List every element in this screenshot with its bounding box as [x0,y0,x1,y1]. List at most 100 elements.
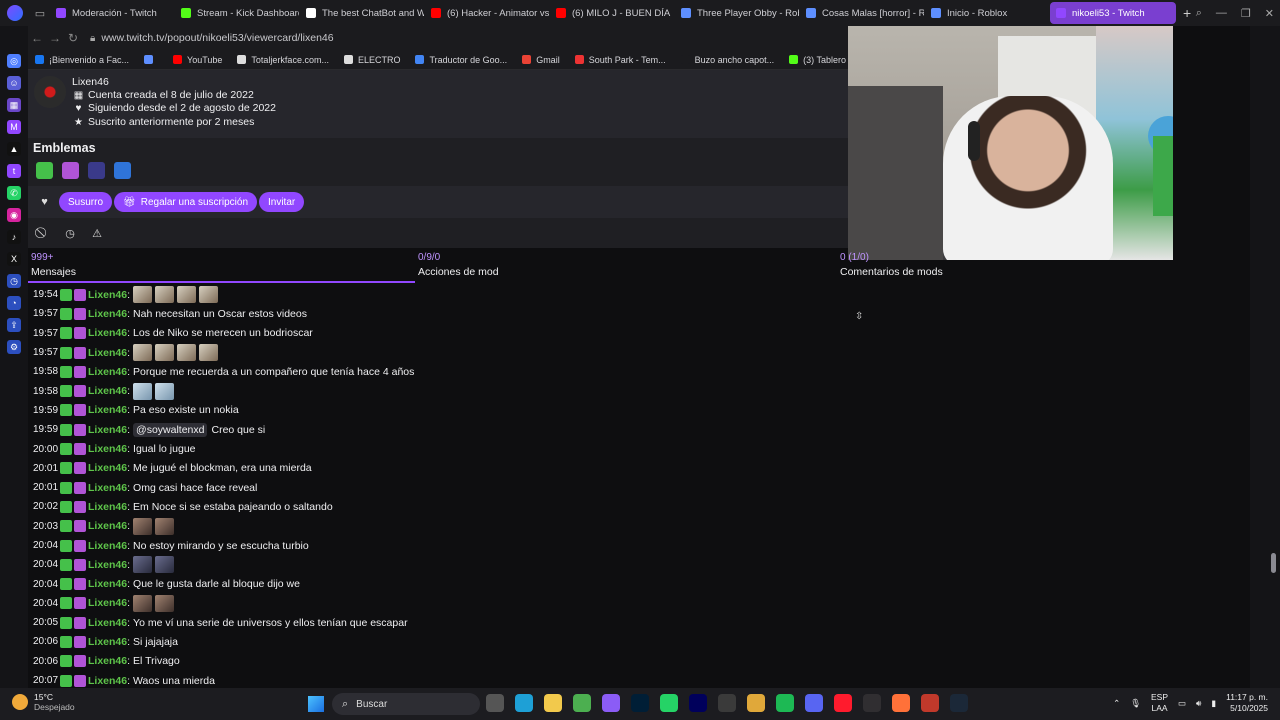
message-username[interactable]: Lixen46 [88,520,127,532]
message-username[interactable]: Lixen46 [88,501,127,513]
start-button[interactable] [308,696,324,712]
verified-badge-icon[interactable] [60,346,72,359]
emote-dark-icon[interactable] [133,556,153,574]
verified-badge-icon[interactable] [60,616,72,629]
check-badge-icon[interactable] [114,162,131,179]
message-username[interactable]: Lixen46 [88,462,127,474]
edge-icon[interactable] [515,694,533,712]
verified-badge-icon[interactable] [60,481,72,494]
message-username[interactable]: Lixen46 [88,675,127,687]
history-icon[interactable]: ◷ [7,274,21,288]
verified-badge-icon[interactable] [36,162,53,179]
twitch-badge-icon[interactable] [88,162,105,179]
subscriber-badge-icon[interactable] [74,443,86,456]
message-username[interactable]: Lixen46 [88,617,127,629]
chat-message[interactable]: 20:07 Lixen46: Waos una mierda [28,671,848,688]
bookmark-item[interactable]: South Park - Tem... [574,55,666,65]
message-username[interactable]: Lixen46 [88,578,127,590]
chat-message[interactable]: 19:57 Lixen46: [28,343,848,362]
tab-mod-actions[interactable]: 0/9/0 Acciones de mod [418,252,499,278]
message-username[interactable]: Lixen46 [88,443,127,455]
tab-mod-comments[interactable]: 0 (1/0) Comentarios de mods [840,252,943,278]
message-username[interactable]: Lixen46 [88,347,127,359]
chat-message[interactable]: 20:01 Lixen46: Omg casi hace face reveal [28,478,848,497]
spotify-icon[interactable] [776,694,794,712]
scrollbar-thumb[interactable] [1271,553,1276,573]
browser-tab[interactable]: (6) MILO J - BUEN DÍA [550,2,674,24]
photoshop-icon[interactable] [631,694,649,712]
volume-icon[interactable]: 🔊︎ [1196,698,1201,709]
message-username[interactable]: Lixen46 [88,482,127,494]
verified-badge-icon[interactable] [60,307,72,320]
restore-icon[interactable]: ❐ [1241,7,1251,20]
verified-badge-icon[interactable] [60,597,72,610]
verified-badge-icon[interactable] [60,443,72,456]
minimize-icon[interactable]: — [1216,7,1227,19]
network-icon[interactable]: ▭ [1178,698,1186,709]
browser-tab[interactable]: Moderación - Twitch [50,2,174,24]
verified-badge-icon[interactable] [60,674,72,687]
message-username[interactable]: Lixen46 [88,559,127,571]
subscriber-badge-icon[interactable] [74,674,86,687]
gift-sub-button[interactable]: 🎁︎ Regalar una suscripción [114,192,257,212]
chat-message[interactable]: 20:04 Lixen46: [28,594,848,613]
microphone-icon[interactable]: 🎙︎ [1130,698,1141,709]
tab-overview-icon[interactable]: ▭ [30,0,50,26]
subscriber-badge-icon[interactable] [74,578,86,591]
invite-button[interactable]: Invitar [259,192,305,212]
back-icon[interactable]: ← [28,31,46,45]
search-tabs-icon[interactable]: ⌕ [1196,7,1202,20]
subscriber-badge-icon[interactable] [74,462,86,475]
message-username[interactable]: Lixen46 [88,308,127,320]
ban-icon[interactable]: ⃠ [36,226,50,240]
chat-message[interactable]: 19:59 Lixen46: @soywaltenxd Creo que si [28,420,848,439]
avatar[interactable] [34,76,66,108]
subscriber-badge-icon[interactable] [74,423,86,436]
bookmark-item[interactable]: Buzo ancho capot... [680,55,774,65]
battery-icon[interactable]: ▮ [1211,698,1216,709]
follow-heart-icon[interactable]: ♥ [36,194,53,211]
chat-message[interactable]: 20:04 Lixen46: [28,555,848,574]
emote-cat-icon[interactable] [177,344,197,362]
message-username[interactable]: Lixen46 [88,289,127,301]
message-username[interactable]: Lixen46 [88,424,127,436]
chat-message[interactable]: 19:57 Lixen46: Los de Niko se merecen un b… [28,324,848,343]
timeout-icon[interactable]: ◷ [63,226,77,240]
emote-bird-icon[interactable] [155,382,175,400]
subscriber-badge-icon[interactable] [74,481,86,494]
subscriber-badge-icon[interactable] [74,539,86,552]
steam-icon[interactable] [950,694,968,712]
chat-message[interactable]: 19:57 Lixen46: Nah necesitan un Oscar esto… [28,304,848,323]
bookmark-item[interactable]: Gmail [522,55,560,65]
x-icon[interactable]: X [7,252,21,266]
clock-icon[interactable]: ◔ [7,296,21,310]
emote-cat-icon[interactable] [155,286,175,304]
emote-cat-icon[interactable] [155,344,175,362]
firefox-icon[interactable] [892,694,910,712]
discord-icon[interactable] [805,694,823,712]
tray-expand-icon[interactable]: ⌃ [1113,698,1120,709]
bookmark-item[interactable]: ¡Bienvenido a Fac... [35,55,129,65]
opera-icon[interactable] [834,694,852,712]
new-tab-button[interactable]: + [1177,5,1197,21]
game-app-icon[interactable] [921,694,939,712]
chat-message[interactable]: 20:01 Lixen46: Me jugué el blockman, era u… [28,459,848,478]
chat-message[interactable]: 20:05 Lixen46: Yo me ví una serie de unive… [28,613,848,632]
subscriber-badge-icon[interactable] [74,307,86,320]
subscriber-badge-icon[interactable] [74,635,86,648]
instagram-icon[interactable]: ◉ [7,208,21,222]
message-username[interactable]: Lixen46 [88,636,127,648]
subscriber-badge-icon[interactable] [62,162,79,179]
subscriber-badge-icon[interactable] [74,327,86,340]
browser-logo-icon[interactable] [0,0,30,26]
browser-tab[interactable]: The best ChatBot and W [300,2,424,24]
verified-badge-icon[interactable] [60,635,72,648]
twitch-icon[interactable]: t [7,164,21,178]
task-view-icon[interactable] [486,694,504,712]
message-mention[interactable]: @soywaltenxd [133,422,208,437]
chat-message[interactable]: 19:58 Lixen46: Porque me recuerda a un com… [28,362,848,381]
chat-message[interactable]: 19:54 Lixen46: [28,285,848,304]
chat-message[interactable]: 20:04 Lixen46: No estoy mirando y se escuc… [28,536,848,555]
bookmark-item[interactable]: Totaljerkface.com... [237,55,329,65]
browser-tab[interactable]: Three Player Obby - Rob [675,2,799,24]
